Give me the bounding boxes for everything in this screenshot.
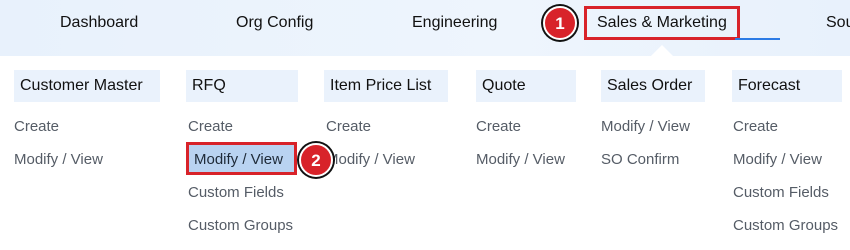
item-price-list-modify-view-link[interactable]: Modify / View xyxy=(326,150,415,170)
customer-master-create-link[interactable]: Create xyxy=(14,117,59,137)
sales-order-so-confirm-link[interactable]: SO Confirm xyxy=(601,150,679,170)
menu-header-rfq[interactable]: RFQ xyxy=(186,70,298,102)
nav-active-underline xyxy=(735,38,780,40)
sales-order-modify-view-link[interactable]: Modify / View xyxy=(601,117,690,137)
nav-item-sourcing[interactable]: Sou xyxy=(826,0,850,46)
forecast-custom-groups-link[interactable]: Custom Groups xyxy=(733,216,838,236)
rfq-custom-groups-link[interactable]: Custom Groups xyxy=(188,216,293,236)
rfq-custom-fields-link[interactable]: Custom Fields xyxy=(188,183,284,203)
step-badge-1: 1 xyxy=(543,6,577,40)
menu-header-item-price-list[interactable]: Item Price List xyxy=(324,70,448,102)
step-badge-2: 2 xyxy=(299,143,333,177)
item-price-list-create-link[interactable]: Create xyxy=(326,117,371,137)
quote-create-link[interactable]: Create xyxy=(476,117,521,137)
quote-modify-view-link[interactable]: Modify / View xyxy=(476,150,565,170)
nav-item-dashboard[interactable]: Dashboard xyxy=(60,0,138,46)
customer-master-modify-view-link[interactable]: Modify / View xyxy=(14,150,103,170)
nav-item-engineering[interactable]: Engineering xyxy=(412,0,497,46)
menu-header-sales-order[interactable]: Sales Order xyxy=(601,70,705,102)
forecast-custom-fields-link[interactable]: Custom Fields xyxy=(733,183,829,203)
menu-header-forecast[interactable]: Forecast xyxy=(732,70,842,102)
nav-item-org-config[interactable]: Org Config xyxy=(236,0,313,46)
rfq-create-link[interactable]: Create xyxy=(188,117,233,137)
menu-header-quote[interactable]: Quote xyxy=(476,70,576,102)
rfq-modify-view-link[interactable]: Modify / View xyxy=(194,150,283,170)
menu-header-customer-master[interactable]: Customer Master xyxy=(14,70,160,102)
forecast-create-link[interactable]: Create xyxy=(733,117,778,137)
dropdown-caret xyxy=(651,45,673,56)
nav-item-sales-marketing[interactable]: Sales & Marketing xyxy=(584,6,740,40)
forecast-modify-view-link[interactable]: Modify / View xyxy=(733,150,822,170)
top-navigation: Dashboard Org Config Engineering Sales &… xyxy=(0,0,850,56)
